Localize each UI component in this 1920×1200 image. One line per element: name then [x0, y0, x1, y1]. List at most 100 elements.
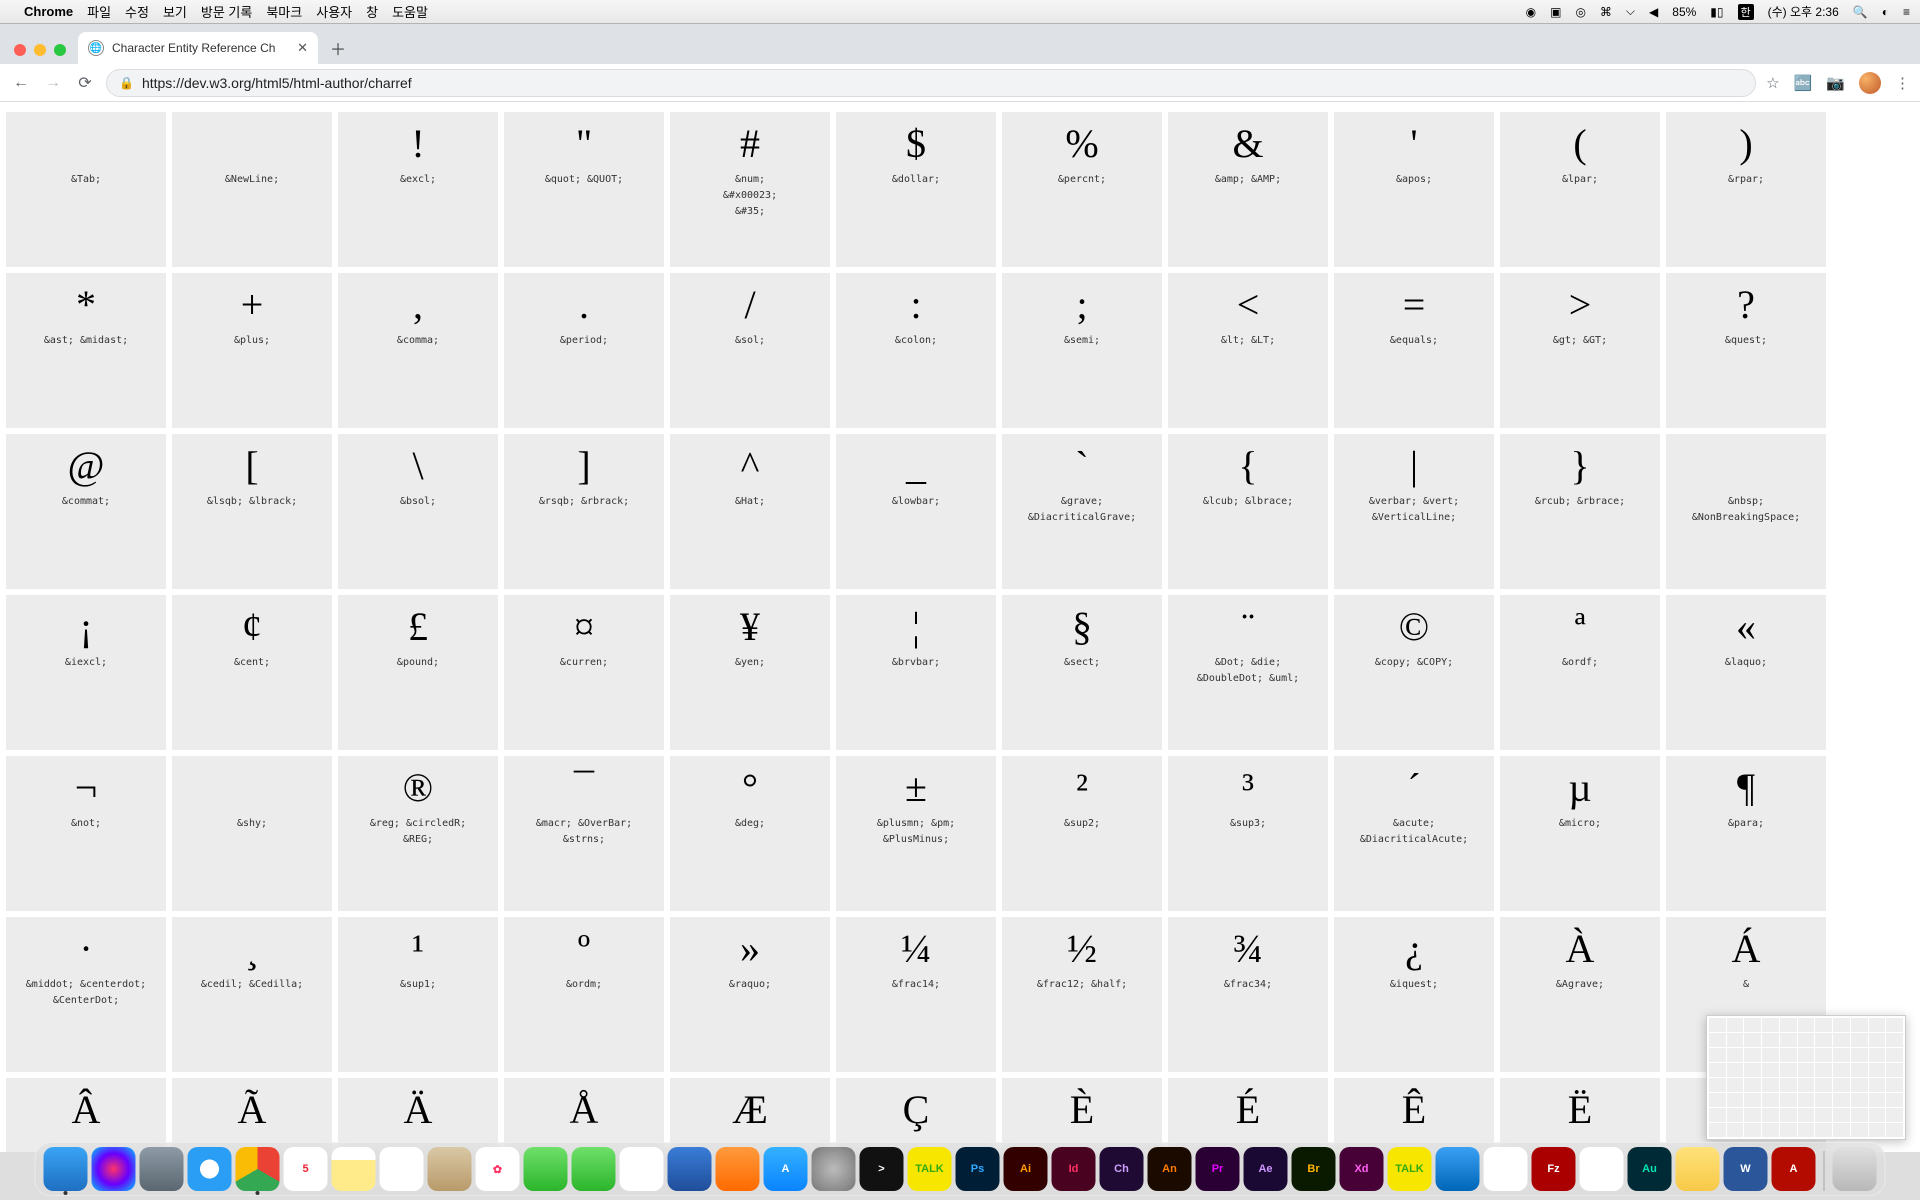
char-cell[interactable]: ª&ordf;: [1500, 595, 1660, 750]
char-cell[interactable]: ·&middot; &centerdot; &CenterDot;: [6, 917, 166, 1072]
reload-button[interactable]: ⟳: [74, 73, 96, 93]
char-cell[interactable]: ¶&para;: [1666, 756, 1826, 911]
menubar-clock[interactable]: (수) 오후 2:36: [1768, 3, 1839, 20]
forward-button[interactable]: →: [42, 74, 64, 92]
char-cell[interactable]: `&grave; &DiacriticalGrave;: [1002, 434, 1162, 589]
char-cell[interactable]: (&lpar;: [1500, 112, 1660, 267]
char-cell[interactable]: ¡&iexcl;: [6, 595, 166, 750]
char-cell[interactable]: <&lt; &LT;: [1168, 273, 1328, 428]
char-cell[interactable]: {&lcub; &lbrace;: [1168, 434, 1328, 589]
char-cell[interactable]: ¹&sup1;: [338, 917, 498, 1072]
address-bar[interactable]: 🔒 https://dev.w3.org/html5/html-author/c…: [106, 69, 1756, 97]
dock-app-illustrator[interactable]: Ai: [1004, 1147, 1048, 1191]
char-cell[interactable]: .&period;: [504, 273, 664, 428]
tab-active[interactable]: 🌐 Character Entity Reference Ch ✕: [78, 32, 318, 64]
dock-app-aftereffects[interactable]: Ae: [1244, 1147, 1288, 1191]
char-cell[interactable]: ]&rsqb; &rbrack;: [504, 434, 664, 589]
dock-app-books[interactable]: [716, 1147, 760, 1191]
dock-app-bridge[interactable]: Br: [1292, 1147, 1336, 1191]
char-cell[interactable]: +&plus;: [172, 273, 332, 428]
dock-app-terminal1[interactable]: >: [860, 1147, 904, 1191]
char-cell[interactable]: Ã: [172, 1078, 332, 1152]
char-cell[interactable]: ¢&cent;: [172, 595, 332, 750]
menu-view[interactable]: 보기: [163, 2, 187, 21]
dock-app-finder[interactable]: [44, 1147, 88, 1191]
char-cell[interactable]: [&lsqb; &lbrack;: [172, 434, 332, 589]
dock-app-figma[interactable]: [1484, 1147, 1528, 1191]
char-cell[interactable]: «&laquo;: [1666, 595, 1826, 750]
wifi-icon[interactable]: ⌵: [1626, 4, 1635, 19]
dock-app-screenshot[interactable]: [1580, 1147, 1624, 1191]
char-cell[interactable]: ¼&frac14;: [836, 917, 996, 1072]
window-close-button[interactable]: [14, 44, 26, 56]
dock-app-word[interactable]: W: [1724, 1147, 1768, 1191]
kebab-menu-icon[interactable]: ⋮: [1895, 74, 1910, 92]
new-tab-button[interactable]: ＋: [324, 34, 352, 62]
menu-help[interactable]: 도움말: [392, 2, 428, 21]
char-cell[interactable]: /&sol;: [670, 273, 830, 428]
volume-icon[interactable]: ◀: [1649, 5, 1658, 19]
char-cell[interactable]: °&deg;: [670, 756, 830, 911]
window-minimize-button[interactable]: [34, 44, 46, 56]
char-cell[interactable]: µ&micro;: [1500, 756, 1660, 911]
dock-app-chrome[interactable]: [236, 1147, 280, 1191]
char-cell[interactable]: "&quot; &QUOT;: [504, 112, 664, 267]
char-cell[interactable]: É: [1168, 1078, 1328, 1152]
menu-file[interactable]: 파일: [87, 2, 111, 21]
char-cell[interactable]: !&excl;: [338, 112, 498, 267]
char-cell[interactable]: §&sect;: [1002, 595, 1162, 750]
dock-app-reminders[interactable]: [380, 1147, 424, 1191]
char-cell[interactable]: &nbsp; &NonBreakingSpace;: [1666, 434, 1826, 589]
char-cell[interactable]: &shy;: [172, 756, 332, 911]
char-cell[interactable]: ¿&iquest;: [1334, 917, 1494, 1072]
char-cell[interactable]: '&apos;: [1334, 112, 1494, 267]
char-cell[interactable]: ^&Hat;: [670, 434, 830, 589]
char-cell[interactable]: &Tab;: [6, 112, 166, 267]
input-source[interactable]: 한: [1738, 4, 1754, 20]
char-cell[interactable]: £&pound;: [338, 595, 498, 750]
back-button[interactable]: ←: [10, 74, 32, 92]
dock-app-keynote[interactable]: [668, 1147, 712, 1191]
dock-app-siri[interactable]: [92, 1147, 136, 1191]
char-cell[interactable]: ¬&not;: [6, 756, 166, 911]
dock-app-numbers[interactable]: [620, 1147, 664, 1191]
char-cell[interactable]: :&colon;: [836, 273, 996, 428]
dock-app-acrobat[interactable]: A: [1772, 1147, 1816, 1191]
dock-app-kakao2[interactable]: TALK: [1388, 1147, 1432, 1191]
control-center-icon[interactable]: ≡: [1903, 5, 1910, 19]
char-cell[interactable]: ½&frac12; &half;: [1002, 917, 1162, 1072]
status-icon-2[interactable]: ▣: [1550, 5, 1561, 19]
bluetooth-icon[interactable]: ⌘: [1600, 5, 1612, 19]
dock-app-contacts[interactable]: [428, 1147, 472, 1191]
char-cell[interactable]: %&percnt;: [1002, 112, 1162, 267]
char-cell[interactable]: ±&plusmn; &pm; &PlusMinus;: [836, 756, 996, 911]
char-cell[interactable]: _&lowbar;: [836, 434, 996, 589]
camera-icon[interactable]: 📷: [1826, 74, 1845, 92]
menu-history[interactable]: 방문 기록: [201, 2, 252, 21]
dock-app-trash[interactable]: [1833, 1147, 1877, 1191]
char-cell[interactable]: >&gt; &GT;: [1500, 273, 1660, 428]
char-cell[interactable]: ¯&macr; &OverBar; &strns;: [504, 756, 664, 911]
dock-app-calendar[interactable]: 5: [284, 1147, 328, 1191]
dock-app-notes[interactable]: [332, 1147, 376, 1191]
tab-close-button[interactable]: ✕: [297, 40, 308, 56]
char-cell[interactable]: ²&sup2;: [1002, 756, 1162, 911]
dock-app-appstore[interactable]: A: [764, 1147, 808, 1191]
char-cell[interactable]: ¾&frac34;: [1168, 917, 1328, 1072]
char-cell[interactable]: &NewLine;: [172, 112, 332, 267]
char-cell[interactable]: |&verbar; &vert; &VerticalLine;: [1334, 434, 1494, 589]
dock-app-facetime[interactable]: [572, 1147, 616, 1191]
menu-window[interactable]: 창: [366, 2, 378, 21]
char-cell[interactable]: #&num; &#x00023; &#35;: [670, 112, 830, 267]
dock-app-xd[interactable]: Xd: [1340, 1147, 1384, 1191]
dock-app-premiere[interactable]: Pr: [1196, 1147, 1240, 1191]
char-cell[interactable]: Å: [504, 1078, 664, 1152]
status-icon-3[interactable]: ◎: [1575, 5, 1585, 19]
char-cell[interactable]: ;&semi;: [1002, 273, 1162, 428]
char-cell[interactable]: º&ordm;: [504, 917, 664, 1072]
dock-app-kakaotalk[interactable]: TALK: [908, 1147, 952, 1191]
dock-app-launchpad[interactable]: [140, 1147, 184, 1191]
char-cell[interactable]: *&ast; &midast;: [6, 273, 166, 428]
pip-thumbnail[interactable]: [1706, 1015, 1906, 1140]
char-cell[interactable]: ´&acute; &DiacriticalAcute;: [1334, 756, 1494, 911]
